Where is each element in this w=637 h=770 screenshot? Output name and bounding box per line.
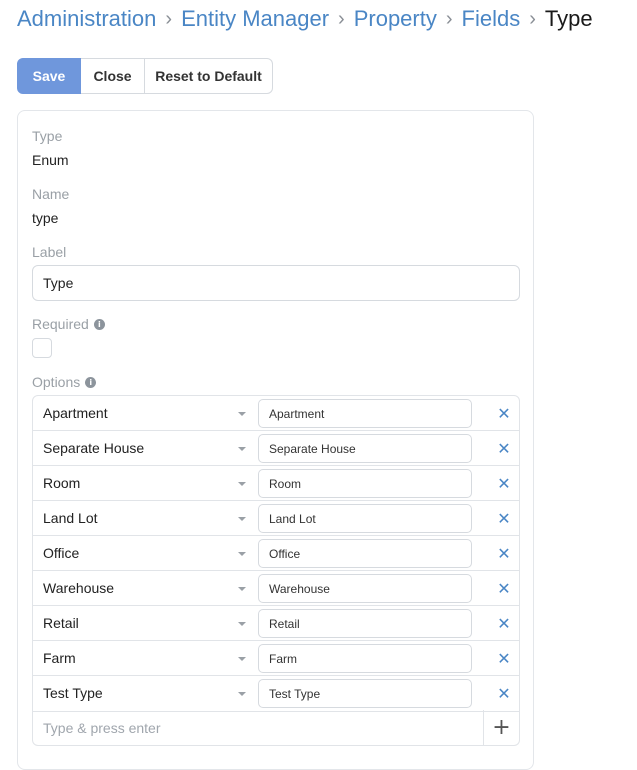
option-label-input[interactable] — [258, 574, 472, 603]
option-row[interactable]: Apartment ✕ — [33, 396, 519, 431]
add-option-input[interactable] — [33, 710, 483, 745]
option-name: Apartment — [43, 405, 108, 421]
required-label: Required — [32, 316, 89, 332]
option-name: Land Lot — [43, 510, 98, 526]
option-row[interactable]: Test Type ✕ — [33, 676, 519, 711]
remove-option-icon[interactable]: ✕ — [495, 431, 513, 466]
option-label-input[interactable] — [258, 609, 472, 638]
drag-caret-icon[interactable] — [238, 482, 246, 486]
option-row[interactable]: Land Lot ✕ — [33, 501, 519, 536]
breadcrumb-current: Type — [544, 6, 593, 31]
drag-caret-icon[interactable] — [238, 587, 246, 591]
option-name: Test Type — [43, 685, 103, 701]
remove-option-icon[interactable]: ✕ — [495, 466, 513, 501]
type-label: Type — [32, 128, 63, 144]
drag-caret-icon[interactable] — [238, 622, 246, 626]
drag-caret-icon[interactable] — [238, 552, 246, 556]
label-label: Label — [32, 244, 67, 260]
remove-option-icon[interactable]: ✕ — [495, 606, 513, 641]
option-label-input[interactable] — [258, 504, 472, 533]
option-label-input[interactable] — [258, 644, 472, 673]
drag-caret-icon[interactable] — [238, 692, 246, 696]
required-checkbox[interactable] — [32, 338, 52, 358]
add-option-row: + — [32, 710, 520, 746]
breadcrumb-separator-icon: › — [165, 8, 173, 30]
label-input[interactable] — [32, 265, 520, 301]
field-edit-panel: Type Enum Name type Label Required i Opt… — [17, 110, 534, 770]
remove-option-icon[interactable]: ✕ — [495, 641, 513, 676]
options-label: Options — [32, 374, 81, 390]
option-name: Room — [43, 475, 81, 491]
reset-to-default-button[interactable]: Reset to Default — [145, 58, 273, 94]
type-value: Enum — [32, 152, 69, 168]
breadcrumb-fields[interactable]: Fields — [462, 4, 521, 34]
breadcrumb-separator-icon: › — [338, 8, 345, 30]
options-label-row: Options i — [32, 374, 97, 390]
option-row[interactable]: Office ✕ — [33, 536, 519, 571]
option-row[interactable]: Warehouse ✕ — [33, 571, 519, 606]
required-label-row: Required i — [32, 316, 105, 332]
name-label: Name — [32, 186, 70, 202]
option-name: Retail — [43, 615, 79, 631]
remove-option-icon[interactable]: ✕ — [495, 571, 513, 606]
option-name: Warehouse — [43, 580, 115, 596]
drag-caret-icon[interactable] — [238, 517, 246, 521]
save-button[interactable]: Save — [17, 58, 81, 94]
name-value: type — [32, 210, 59, 226]
remove-option-icon[interactable]: ✕ — [495, 501, 513, 536]
breadcrumb-property[interactable]: Property — [354, 4, 437, 34]
option-label-input[interactable] — [258, 469, 472, 498]
remove-option-icon[interactable]: ✕ — [495, 396, 513, 431]
add-option-button[interactable]: + — [483, 710, 519, 745]
drag-caret-icon[interactable] — [238, 657, 246, 661]
action-button-group: Save Close Reset to Default — [17, 58, 273, 94]
option-row[interactable]: Room ✕ — [33, 466, 519, 501]
option-label-input[interactable] — [258, 539, 472, 568]
option-label-input[interactable] — [258, 679, 472, 708]
option-name: Office — [43, 545, 80, 561]
drag-caret-icon[interactable] — [238, 447, 246, 451]
option-label-input[interactable] — [258, 434, 472, 463]
option-row[interactable]: Separate House ✕ — [33, 431, 519, 466]
breadcrumb-separator-icon: › — [445, 8, 453, 30]
option-name: Separate House — [43, 440, 145, 456]
option-row[interactable]: Farm ✕ — [33, 641, 519, 676]
remove-option-icon[interactable]: ✕ — [495, 676, 513, 711]
info-icon[interactable]: i — [85, 376, 97, 388]
breadcrumb: Administration › Entity Manager › Proper… — [17, 4, 593, 34]
breadcrumb-administration[interactable]: Administration — [17, 4, 156, 34]
drag-caret-icon[interactable] — [238, 412, 246, 416]
option-label-input[interactable] — [258, 399, 472, 428]
option-row[interactable]: Retail ✕ — [33, 606, 519, 641]
remove-option-icon[interactable]: ✕ — [495, 536, 513, 571]
breadcrumb-entity-manager[interactable]: Entity Manager — [181, 4, 329, 34]
breadcrumb-separator-icon: › — [529, 8, 536, 30]
info-icon[interactable]: i — [93, 318, 105, 330]
option-name: Farm — [43, 650, 76, 666]
close-button[interactable]: Close — [81, 58, 145, 94]
options-list: Apartment ✕ Separate House ✕ Room ✕ Land… — [32, 395, 520, 712]
